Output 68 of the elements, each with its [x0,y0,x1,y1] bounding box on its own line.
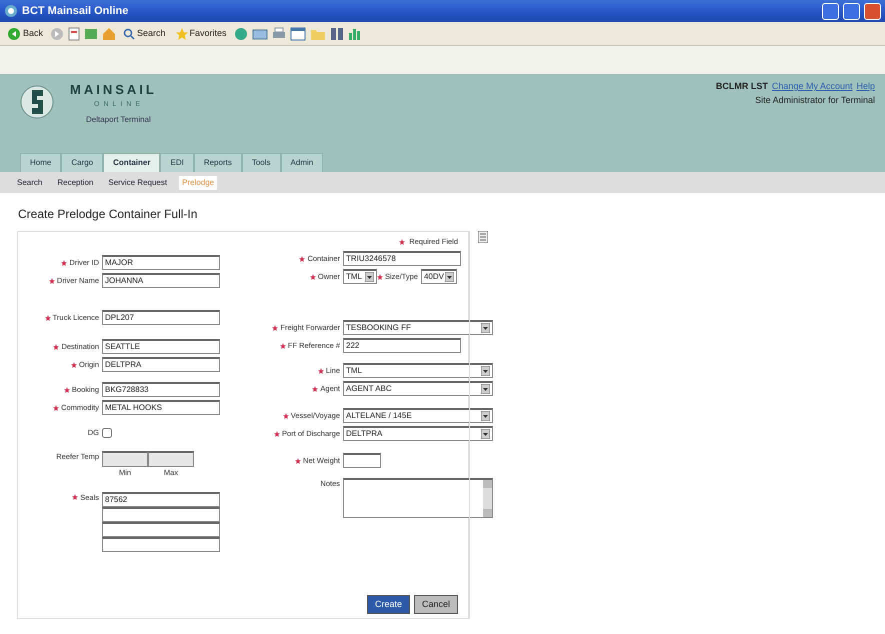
window-icon[interactable] [290,26,306,40]
close-button[interactable] [864,2,881,20]
input-field[interactable] [102,450,148,466]
nav-tab[interactable]: Home [20,153,62,172]
select-field[interactable]: TESBOOKING FF [343,320,493,336]
required-icon [399,238,406,245]
maximize-button[interactable] [843,2,860,20]
print-icon[interactable] [478,231,488,243]
input-field[interactable] [102,536,220,552]
input-field[interactable] [102,522,220,537]
select-field[interactable]: DELTPRA [343,426,493,442]
user-name: BCLMR LST [716,80,768,93]
input-field[interactable]: MAJOR [102,255,220,270]
checkbox[interactable] [102,428,112,438]
dropdown-arrow-icon [444,272,454,282]
create-button[interactable]: Create [366,594,410,614]
input-field[interactable]: BKG728833 [102,382,220,398]
cancel-button[interactable]: Cancel [414,594,458,614]
select-field[interactable]: TML [343,363,493,378]
document-icon[interactable] [68,26,80,40]
star-icon [176,28,188,40]
window-title: BCT Mainsail Online [22,4,130,19]
sub-tab[interactable]: Search [14,176,46,190]
input-field[interactable]: TRIU3246578 [343,251,461,266]
sub-tab[interactable]: Service Request [105,176,170,190]
input-field[interactable] [148,450,194,466]
printer-icon[interactable] [272,26,286,40]
select-field[interactable]: ALTELANE / 145E [343,408,493,424]
nav-tab[interactable]: Admin [280,153,324,172]
dropdown-arrow-icon [481,323,490,334]
sub-tab[interactable]: Reception [54,176,96,190]
minimize-button[interactable] [822,2,839,20]
page-heading: Create Prelodge Container Full-In [17,206,198,223]
input-field[interactable]: DPL207 [102,310,220,326]
input-field[interactable]: SEATTLE [102,339,220,354]
input-field[interactable]: JOHANNA [102,273,220,288]
user-role: Site Administrator for Terminal [755,94,875,106]
nav-tab[interactable]: Reports [194,153,242,172]
search-icon [123,28,136,40]
dropdown-arrow-icon [481,429,490,440]
input-field[interactable] [102,506,220,522]
input-field[interactable]: METAL HOOKS [102,400,220,416]
nav-tab[interactable]: EDI [160,153,194,172]
nav-tab[interactable]: Container [103,153,160,172]
notes-field[interactable] [343,478,493,518]
terminal-name: Deltaport Terminal [86,114,152,126]
input-field[interactable]: 87562 [102,492,220,507]
nav-tab[interactable]: Cargo [61,153,104,172]
dropdown-arrow-icon [481,384,490,394]
dropdown-arrow-icon [481,411,490,422]
input-field[interactable]: DELTPRA [102,357,220,372]
scrollbar-icon [483,480,492,518]
favorites-button[interactable]: Favorites [172,26,230,40]
input-field[interactable] [343,453,381,468]
search-button[interactable]: Search [120,26,169,40]
mail-icon[interactable] [252,26,268,40]
back-icon [7,26,21,40]
select-field[interactable]: AGENT ABC [343,381,493,396]
select-field[interactable]: TML [343,269,377,284]
back-button[interactable]: Back [4,26,46,40]
dropdown-arrow-icon [481,366,490,376]
input-field[interactable]: 222 [343,338,461,354]
dropdown-arrow-icon [365,272,374,282]
nav-tab[interactable]: Tools [242,153,281,172]
logo-title: MAINSAIL [70,81,157,99]
select-field[interactable]: 40DV [420,269,457,284]
browser-icon [4,4,18,18]
chart-icon[interactable] [348,26,362,40]
